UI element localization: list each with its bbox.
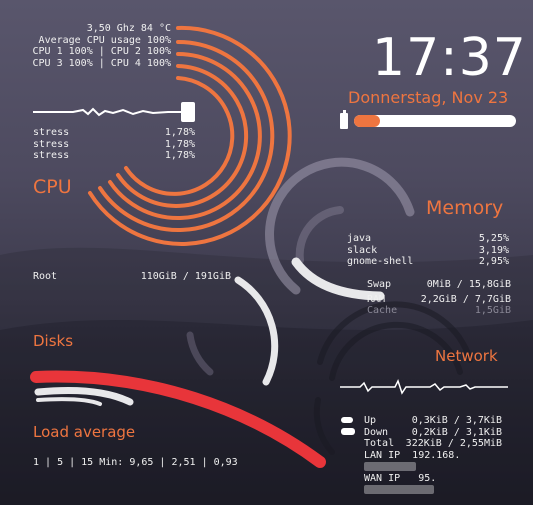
load-heading: Load average <box>33 423 136 441</box>
ram-row: RAM 2,2GiB / 7,7GiB <box>367 293 511 305</box>
battery-level <box>354 115 380 127</box>
list-item: stress 1,78% <box>33 138 195 150</box>
list-item: stress 1,78% <box>33 150 195 161</box>
load-average-values: 1 | 5 | 15 Min: 9,65 | 2,51 | 0,93 <box>33 457 238 468</box>
list-item: java 5,25% <box>347 233 509 244</box>
cpu-graph <box>33 102 195 122</box>
memory-stats: Swap 0MiB / 15,8GiB RAM 2,2GiB / 7,7GiB Ca… <box>367 279 511 317</box>
net-lan-row: LAN IP 192.168. <box>364 450 502 473</box>
disk-root-label: Root <box>33 271 58 282</box>
network-heading: Network <box>435 347 498 365</box>
disk-root-row: Root 110GiB / 191GiB <box>33 271 231 283</box>
battery-tip <box>343 110 346 113</box>
swap-row: Swap 0MiB / 15,8GiB <box>367 279 511 290</box>
net-down-row: Down 0,2KiB / 3,1KiB <box>364 426 502 438</box>
cpu-heading: CPU <box>33 176 72 198</box>
cpu-average-usage: Average CPU usage 100% <box>38 34 171 46</box>
net-up-row: Up 0,3KiB / 3,7KiB <box>364 415 502 426</box>
list-item: gnome-shell 2,95% <box>347 256 509 267</box>
cpu-info: 3,50 Ghz 84 °C Average CPU usage 100% CP… <box>20 23 171 69</box>
battery-bar <box>354 115 516 127</box>
cpu-process-list: stress 1,78% stress 1,78% stress 1,78% <box>33 127 195 162</box>
clock-time: 17:37 <box>372 28 527 88</box>
redacted-wan-ip <box>364 484 434 494</box>
list-item: slack 3,19% <box>347 244 509 256</box>
cache-row: Cache 1,5GiB <box>367 305 511 316</box>
battery-icon <box>340 113 348 129</box>
memory-heading: Memory <box>426 197 504 219</box>
download-indicator <box>341 428 355 435</box>
clock-date: Donnerstag, Nov 23 <box>348 88 509 107</box>
network-stats: Up 0,3KiB / 3,7KiB Down 0,2KiB / 3,1KiB To… <box>364 415 502 496</box>
cpu-frequency-temp: 3,50 Ghz 84 °C <box>86 23 171 34</box>
cpu-cores-line-2: CPU 3 100% | CPU 4 100% <box>32 57 171 69</box>
network-graph <box>340 379 508 395</box>
disks-heading: Disks <box>33 332 74 350</box>
upload-indicator <box>341 417 353 423</box>
net-total-row: Total 322KiB / 2,55MiB <box>364 438 502 449</box>
cpu-cores-line-1: CPU 1 100% | CPU 2 100% <box>32 46 171 57</box>
memory-process-list: java 5,25% slack 3,19% gnome-shell 2,95% <box>347 233 509 268</box>
net-wan-row: WAN IP 95. <box>364 473 502 496</box>
redacted-lan-ip <box>364 461 416 471</box>
disk-root-value: 110GiB / 191GiB <box>140 271 231 282</box>
list-item: stress 1,78% <box>33 127 195 138</box>
